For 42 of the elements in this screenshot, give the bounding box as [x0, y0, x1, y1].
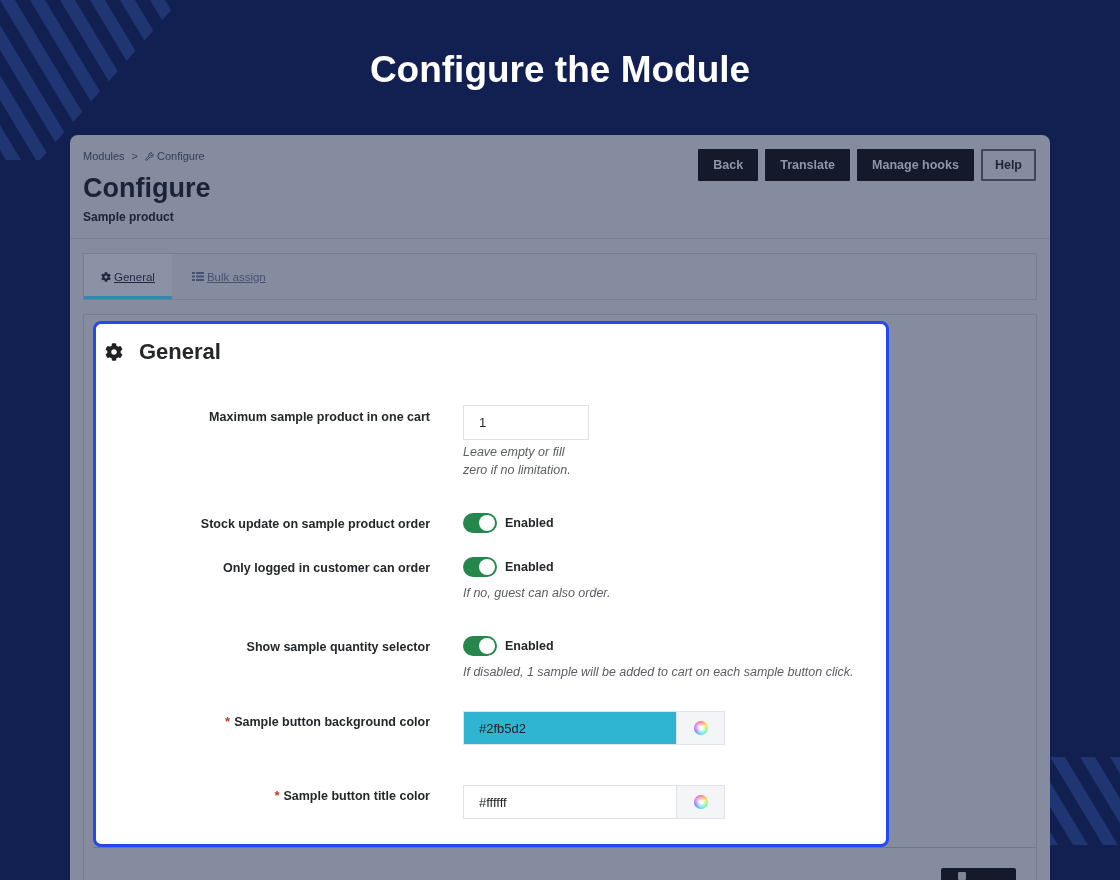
color-input[interactable]: #ffffff	[463, 785, 677, 819]
footer-button[interactable]	[941, 868, 1016, 880]
switch-state-label: Enabled	[505, 515, 554, 532]
square-icon	[958, 872, 966, 880]
page-heading: Configure	[83, 172, 211, 204]
wrench-icon	[145, 151, 154, 161]
toolbar-button[interactable]: Translate	[765, 149, 851, 181]
field-label: Maximum sample product in one cart	[209, 409, 430, 426]
toolbar-button[interactable]: Back	[698, 149, 759, 181]
field-label: Sample button title color	[283, 788, 430, 805]
toggle-switch[interactable]	[463, 557, 497, 577]
help-text: If no, guest can also order.	[463, 585, 611, 602]
color-picker-button[interactable]	[677, 785, 725, 819]
color-picker-button[interactable]	[677, 711, 725, 745]
toggle-switch[interactable]	[463, 636, 497, 656]
breadcrumb-link[interactable]: Modules	[83, 149, 125, 163]
tab[interactable]: General	[84, 254, 172, 299]
toolbar-button[interactable]: Help	[980, 149, 1036, 181]
required-asterisk: *	[274, 787, 280, 805]
required-asterisk: *	[225, 713, 231, 731]
color-wheel-icon	[693, 721, 708, 735]
switch-state-label: Enabled	[505, 559, 554, 576]
toolbar-button[interactable]: Manage hooks	[857, 149, 974, 181]
color-wheel-icon	[693, 795, 708, 809]
gear-icon	[101, 271, 111, 282]
list-icon	[191, 272, 204, 281]
card-title: General	[139, 340, 221, 364]
field-label: Stock update on sample product order	[200, 516, 430, 533]
settings-icon	[105, 343, 123, 361]
toggle-switch[interactable]	[463, 513, 497, 533]
color-input[interactable]: #2fb5d2	[463, 711, 677, 745]
help-text: If disabled, 1 sample will be added to cart on each sample button click.	[463, 664, 854, 681]
field-label: Show sample quantity selector	[246, 639, 430, 656]
switch-state-label: Enabled	[505, 638, 554, 655]
page-subtitle: Sample product	[83, 209, 174, 225]
breadcrumb-separator: >	[131, 149, 138, 163]
field-label: Sample button background color	[234, 714, 430, 731]
help-text: Leave empty or fill zero if no limitation.	[463, 444, 572, 479]
field-label: Only logged in customer can order	[223, 560, 430, 577]
breadcrumb-link[interactable]: Configure	[145, 149, 205, 163]
number-input[interactable]: 1	[463, 405, 589, 440]
page-title: Configure the Module	[369, 49, 751, 91]
